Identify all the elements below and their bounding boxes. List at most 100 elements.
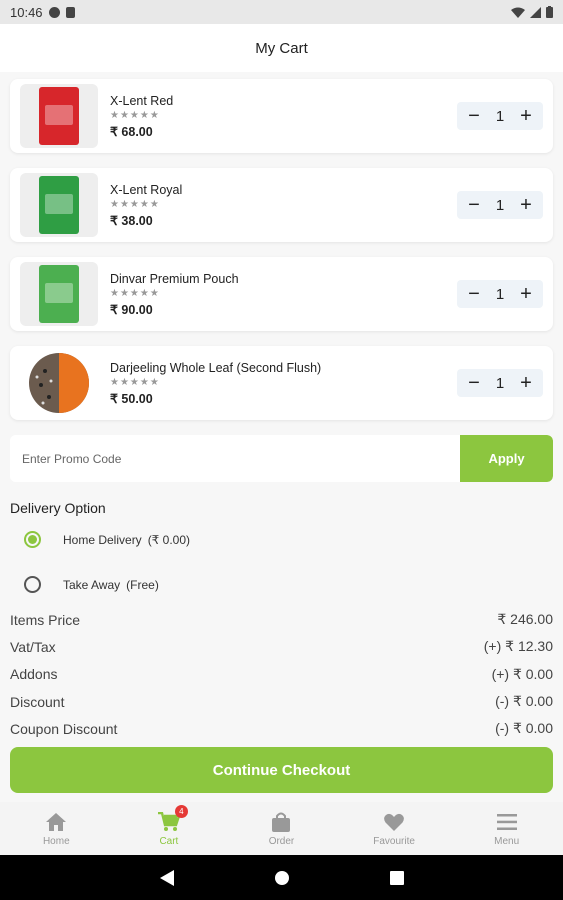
summary-label: Discount — [10, 693, 65, 710]
decrease-button[interactable]: − — [463, 106, 485, 126]
tea-pouch-icon — [39, 265, 79, 323]
nav-label: Home — [42, 835, 70, 847]
option-detail: (Free) — [126, 577, 159, 592]
summary-value: ₹ 246.00 — [497, 611, 553, 628]
rating-stars: ★★★★★ — [110, 376, 160, 388]
back-icon[interactable] — [159, 869, 174, 886]
summary-row-vat-tax: Vat/Tax (+) ₹ 12.30 — [10, 633, 553, 660]
increase-button[interactable]: + — [515, 373, 537, 393]
product-price: ₹ 38.00 — [110, 213, 153, 228]
quantity-value: 1 — [495, 374, 505, 392]
promo-code-bar: Apply — [10, 435, 553, 482]
delivery-option-title: Delivery Option — [10, 500, 106, 516]
delivery-option-takeaway[interactable]: Take Away (Free) — [24, 576, 159, 593]
quantity-stepper: − 1 + — [457, 280, 543, 308]
product-name: X-Lent Royal — [110, 182, 183, 197]
home-icon — [46, 811, 67, 833]
product-name: Dinvar Premium Pouch — [110, 271, 239, 286]
apply-button[interactable]: Apply — [460, 435, 553, 482]
nav-item-home[interactable]: Home — [0, 802, 113, 855]
summary-row-coupon-discount: Coupon Discount (-) ₹ 0.00 — [10, 715, 553, 742]
summary-value: (+) ₹ 0.00 — [491, 665, 553, 682]
signal-icon — [530, 6, 541, 18]
price-summary: Items Price ₹ 246.00 Vat/Tax (+) ₹ 12.30… — [10, 606, 553, 742]
summary-value: (-) ₹ 0.00 — [495, 693, 553, 710]
option-label: Take Away — [63, 577, 121, 592]
nav-label: Order — [268, 835, 295, 847]
status-time: 10:46 — [10, 4, 43, 20]
product-image — [20, 351, 98, 415]
delivery-option-home[interactable]: Home Delivery (₹ 0.00) — [24, 531, 190, 548]
continue-checkout-button[interactable]: Continue Checkout — [10, 747, 553, 793]
nav-label: Menu — [494, 835, 520, 847]
cart-item[interactable]: Darjeeling Whole Leaf (Second Flush) ★★★… — [10, 346, 553, 420]
summary-label: Coupon Discount — [10, 720, 118, 737]
product-image — [20, 84, 98, 148]
quantity-stepper: − 1 + — [457, 102, 543, 130]
app-bar: My Cart — [0, 24, 563, 72]
bottom-nav: Home 4 Cart Order Favourite Menu — [0, 802, 563, 855]
nav-item-favourite[interactable]: Favourite — [338, 802, 451, 855]
wifi-icon — [511, 7, 525, 18]
system-nav-bar — [0, 855, 563, 900]
home-circle-icon[interactable] — [274, 870, 290, 886]
tea-cup-leaves-icon — [29, 353, 89, 413]
summary-label: Vat/Tax — [10, 638, 56, 655]
bag-icon — [272, 811, 291, 833]
summary-row-discount: Discount (-) ₹ 0.00 — [10, 688, 553, 715]
cart-icon: 4 — [157, 804, 188, 833]
cart-list: X-Lent Red ★★★★★ ₹ 68.00 − 1 + X-Lent Ro… — [10, 79, 553, 435]
summary-label: Items Price — [10, 611, 81, 628]
summary-label: Addons — [10, 666, 58, 683]
cart-item[interactable]: X-Lent Royal ★★★★★ ₹ 38.00 − 1 + — [10, 168, 553, 242]
nav-label: Cart — [159, 835, 179, 847]
heart-icon — [384, 811, 404, 833]
increase-button[interactable]: + — [515, 284, 537, 304]
tea-pack-red-icon — [39, 87, 79, 145]
nav-item-order[interactable]: Order — [225, 802, 338, 855]
radio-button[interactable] — [24, 576, 41, 593]
product-image — [20, 262, 98, 326]
increase-button[interactable]: + — [515, 195, 537, 215]
product-price: ₹ 68.00 — [110, 124, 153, 139]
page-title: My Cart — [255, 39, 308, 57]
quantity-value: 1 — [495, 285, 505, 303]
rating-stars: ★★★★★ — [110, 198, 160, 210]
notification-icon — [48, 6, 60, 18]
decrease-button[interactable]: − — [463, 284, 485, 304]
radio-button-selected[interactable] — [24, 531, 41, 548]
menu-icon — [496, 811, 517, 833]
nav-label: Favourite — [373, 835, 415, 847]
summary-row-items-price: Items Price ₹ 246.00 — [10, 606, 553, 633]
cart-item[interactable]: X-Lent Red ★★★★★ ₹ 68.00 − 1 + — [10, 79, 553, 153]
summary-row-addons: Addons (+) ₹ 0.00 — [10, 661, 553, 688]
summary-value: (+) ₹ 12.30 — [483, 638, 553, 655]
nav-item-menu[interactable]: Menu — [450, 802, 563, 855]
product-name: X-Lent Red — [110, 93, 174, 108]
quantity-stepper: − 1 + — [457, 191, 543, 219]
tea-pack-green-icon — [39, 176, 79, 234]
sd-card-icon — [65, 6, 75, 18]
status-bar: 10:46 — [0, 0, 563, 24]
product-image — [20, 173, 98, 237]
cart-count-badge: 4 — [174, 804, 188, 818]
option-label: Home Delivery — [63, 532, 142, 547]
quantity-stepper: − 1 + — [457, 369, 543, 397]
option-detail: (₹ 0.00) — [147, 532, 191, 547]
quantity-value: 1 — [495, 196, 505, 214]
rating-stars: ★★★★★ — [110, 287, 160, 299]
rating-stars: ★★★★★ — [110, 109, 160, 121]
summary-value: (-) ₹ 0.00 — [495, 720, 553, 737]
decrease-button[interactable]: − — [463, 373, 485, 393]
product-price: ₹ 90.00 — [110, 302, 153, 317]
decrease-button[interactable]: − — [463, 195, 485, 215]
product-name: Darjeeling Whole Leaf (Second Flush) — [110, 360, 322, 375]
battery-icon — [546, 6, 553, 18]
quantity-value: 1 — [495, 107, 505, 125]
recents-icon[interactable] — [389, 870, 404, 885]
nav-item-cart[interactable]: 4 Cart — [113, 802, 226, 855]
cart-item[interactable]: Dinvar Premium Pouch ★★★★★ ₹ 90.00 − 1 + — [10, 257, 553, 331]
increase-button[interactable]: + — [515, 106, 537, 126]
product-price: ₹ 50.00 — [110, 391, 153, 406]
promo-code-input[interactable] — [10, 435, 460, 482]
